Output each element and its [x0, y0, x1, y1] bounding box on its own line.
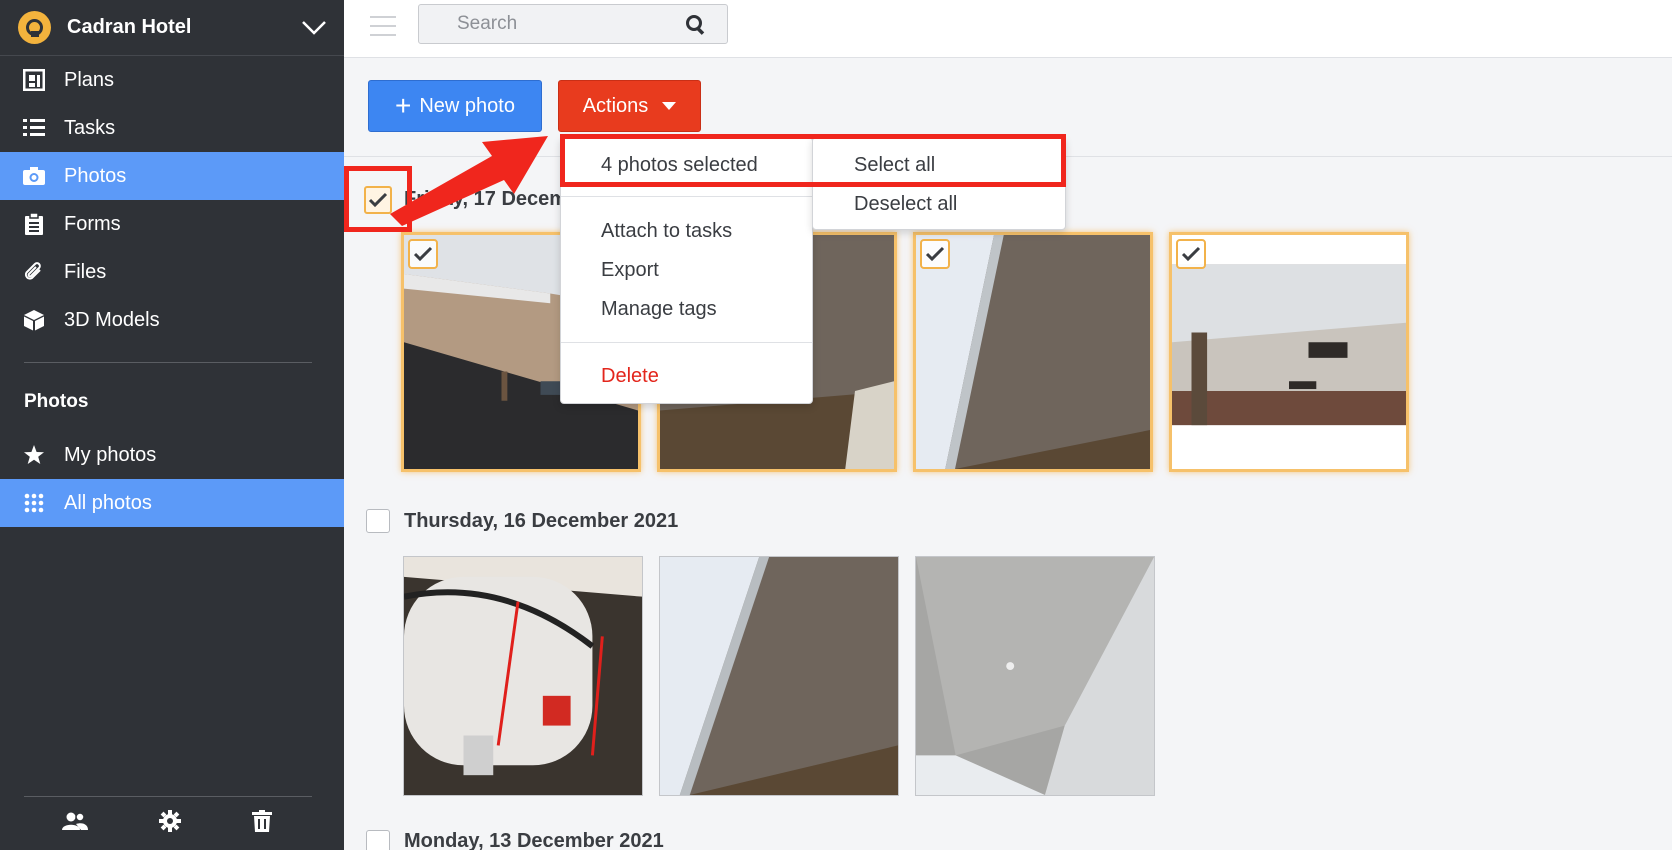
manage-tags-item[interactable]: Manage tags: [601, 298, 717, 321]
clipboard-icon: [22, 212, 46, 236]
photo-thumbnail[interactable]: [659, 556, 899, 796]
menu-divider: [561, 342, 812, 343]
chevron-down-icon[interactable]: [284, 20, 344, 36]
group-date-title: Thursday, 16 December 2021: [404, 510, 679, 532]
sidebar-footer: [24, 796, 312, 850]
caret-down-icon: [662, 102, 677, 110]
sidebar-item-label: Photos: [64, 164, 127, 187]
actions-button[interactable]: Actions: [558, 80, 701, 132]
hamburger-menu-icon[interactable]: [370, 16, 396, 36]
highlight-box-menu: [560, 134, 1066, 187]
trash-icon[interactable]: [252, 810, 272, 837]
sidebar-item-label: Files: [64, 260, 107, 283]
menu-divider: [561, 196, 812, 197]
sidebar-item-3d-models[interactable]: 3D Models: [0, 296, 344, 344]
sidebar-item-label: My photos: [64, 443, 157, 466]
camera-icon: [22, 164, 46, 188]
delete-item[interactable]: Delete: [601, 365, 659, 388]
grid-icon: [22, 491, 46, 515]
star-icon: [22, 443, 46, 467]
plans-icon: [22, 68, 46, 92]
export-item[interactable]: Export: [601, 259, 659, 282]
search-icon[interactable]: [685, 14, 707, 42]
group-select-checkbox[interactable]: [366, 830, 390, 850]
project-logo-icon: [18, 11, 51, 44]
sidebar-section-title: Photos: [24, 391, 89, 412]
sidebar-item-plans[interactable]: Plans: [0, 56, 344, 104]
sidebar-item-my-photos[interactable]: My photos: [0, 431, 344, 479]
plus-icon: +: [395, 90, 412, 121]
photo-select-checkbox[interactable]: [408, 239, 438, 269]
sidebar-item-label: Plans: [64, 68, 115, 91]
search-placeholder: Search: [457, 13, 518, 34]
photo-thumbnail[interactable]: [403, 556, 643, 796]
photo-image: [916, 557, 1154, 795]
new-photo-label: New photo: [419, 94, 515, 117]
sidebar-item-photos[interactable]: Photos: [0, 152, 344, 200]
sidebar-item-tasks[interactable]: Tasks: [0, 104, 344, 152]
search-input[interactable]: Search: [418, 4, 728, 44]
gear-icon[interactable]: [159, 810, 181, 837]
project-name: Cadran Hotel: [67, 16, 192, 38]
photo-thumbnail[interactable]: [913, 232, 1153, 472]
group-date-title: Monday, 13 December 2021: [404, 830, 664, 850]
sidebar: Cadran Hotel Plans Tasks Photos Forms Fi…: [0, 0, 344, 850]
sidebar-item-label: Tasks: [64, 116, 116, 139]
cube-icon: [22, 308, 46, 332]
list-icon: [22, 116, 46, 140]
photo-thumbnail[interactable]: [1169, 232, 1409, 472]
sidebar-item-label: 3D Models: [64, 308, 160, 331]
sidebar-item-label: Forms: [64, 212, 121, 235]
photo-image: [660, 557, 898, 795]
users-icon[interactable]: [62, 811, 88, 836]
photo-thumbnail[interactable]: [915, 556, 1155, 796]
group-select-checkbox[interactable]: [366, 509, 390, 533]
deselect-all-item[interactable]: Deselect all: [854, 193, 957, 216]
photo-select-checkbox[interactable]: [920, 239, 950, 269]
sidebar-item-files[interactable]: Files: [0, 248, 344, 296]
photo-image: [404, 557, 642, 795]
new-photo-button[interactable]: + New photo: [368, 80, 542, 132]
photo-image: [916, 235, 1150, 469]
attach-to-tasks-item[interactable]: Attach to tasks: [601, 220, 732, 243]
photo-select-checkbox[interactable]: [1176, 239, 1206, 269]
top-bar: Search: [344, 0, 1672, 58]
sidebar-item-label: All photos: [64, 491, 152, 514]
project-switcher[interactable]: Cadran Hotel: [0, 0, 344, 56]
paperclip-icon: [22, 260, 46, 284]
annotation-arrow-icon: [390, 136, 548, 226]
actions-label: Actions: [582, 94, 649, 117]
sidebar-item-all-photos[interactable]: All photos: [0, 479, 344, 527]
sidebar-item-forms[interactable]: Forms: [0, 200, 344, 248]
photo-image: [1172, 235, 1406, 469]
